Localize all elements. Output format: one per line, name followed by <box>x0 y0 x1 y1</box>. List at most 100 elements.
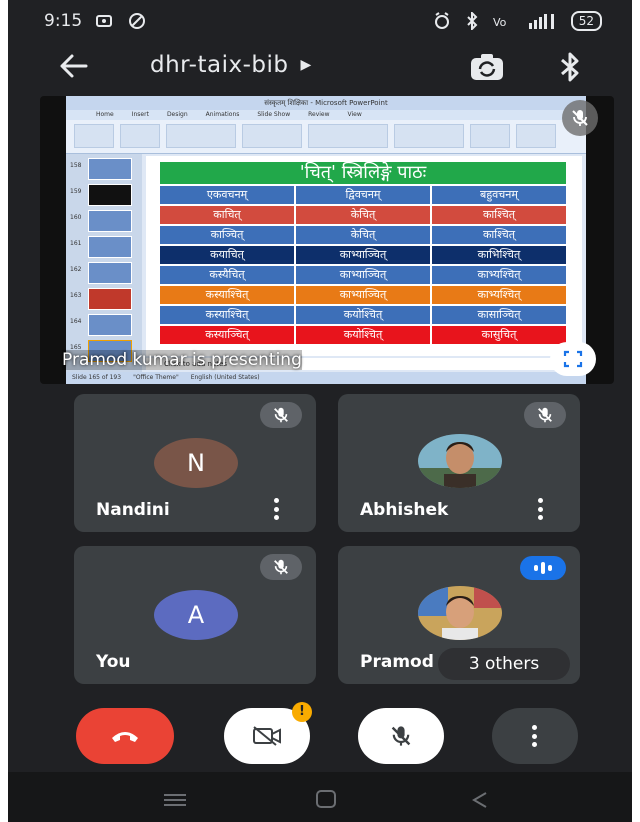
alarm-icon <box>434 12 449 29</box>
ppt-tab: Slide Show <box>257 111 291 118</box>
slide-cell: कयोश्चित् <box>296 326 430 344</box>
slide-cell: काश्चित् <box>432 226 566 244</box>
slide-cell: काभ्यश्चित् <box>432 266 566 284</box>
slide-table: एकवचनम् द्विवचनम् बहुवचनम् काचित् केचित् काश्… <box>160 186 566 344</box>
slide-cell: काभ्याञ्चित् <box>296 286 430 304</box>
cast-icon <box>96 15 113 27</box>
phone-end-icon <box>112 732 138 742</box>
volte-icon: Vo <box>493 16 507 29</box>
mic-toggle-button[interactable] <box>358 708 444 764</box>
more-vertical-icon[interactable] <box>274 498 280 520</box>
mic-off-icon <box>274 559 288 575</box>
slide-cell: बहुवचनम् <box>432 186 566 204</box>
recents-icon[interactable] <box>164 794 186 806</box>
status-bar: 9:15 Vo 52 <box>8 0 632 42</box>
more-vertical-icon <box>532 725 538 747</box>
end-call-button[interactable] <box>76 708 174 764</box>
mic-off-icon <box>538 407 552 423</box>
caret-right-icon: ▶ <box>300 57 312 73</box>
mic-off-icon <box>572 110 588 126</box>
muted-indicator <box>260 554 302 580</box>
participant-tile-nandini[interactable]: N Nandini <box>74 394 316 532</box>
participant-name: Abhishek <box>360 500 449 520</box>
fullscreen-icon <box>563 350 583 368</box>
camera-toggle-button[interactable]: ! <box>224 702 312 764</box>
mic-off-icon <box>391 726 411 746</box>
ppt-tab: Design <box>166 111 188 118</box>
muted-indicator <box>260 402 302 428</box>
arrow-left-icon[interactable] <box>56 50 92 82</box>
slide-cell: कस्याञ्चित् <box>160 326 294 344</box>
participant-name: You <box>96 652 131 672</box>
slide-cell: केचित् <box>296 206 430 224</box>
slide-cell: कयाचित् <box>160 246 294 264</box>
ppt-tab: Animations <box>205 111 240 118</box>
fullscreen-button[interactable] <box>550 342 596 376</box>
speaking-indicator <box>520 556 566 580</box>
svg-text:Vo: Vo <box>493 16 507 29</box>
meeting-code: dhr-taix-bib <box>150 52 289 78</box>
mic-off-icon <box>274 407 288 423</box>
more-options-button[interactable] <box>492 708 578 764</box>
ppt-tab: Insert <box>131 111 149 118</box>
right-frame <box>632 0 640 822</box>
ppt-tab: View <box>347 111 362 118</box>
signal-icon <box>528 14 554 29</box>
slide-cell: काभ्याञ्चित् <box>296 246 430 264</box>
meeting-title[interactable]: dhr-taix-bib ▶ <box>150 52 312 78</box>
presenter-caption: Pramod kumar is presenting <box>62 350 302 370</box>
slide-cell: काञ्चित् <box>160 226 294 244</box>
back-nav-icon[interactable] <box>470 790 490 810</box>
ppt-statusbar: Slide 165 of 193 "Office Theme" English … <box>66 372 586 384</box>
slide-cell: केचित् <box>296 226 430 244</box>
avatar-photo <box>418 434 502 488</box>
slide-cell: कस्याश्चित् <box>160 306 294 324</box>
hotspot-icon <box>129 13 146 29</box>
bluetooth-icon[interactable] <box>558 50 582 84</box>
presentation-view[interactable]: संस्कृतम् शिक्षिका - Microsoft PowerPoin… <box>40 96 614 384</box>
camera-warning-badge: ! <box>292 702 312 722</box>
slide-cell: काश्चित् <box>432 206 566 224</box>
ppt-ribbon-tabs: Home Insert Design Animations Slide Show… <box>66 110 586 120</box>
slide-cell: काभ्यश्चित् <box>432 286 566 304</box>
battery-indicator: 52 <box>570 11 602 31</box>
slide-cell: कासाञ्चित् <box>432 306 566 324</box>
slide-cell: कस्यैचित् <box>160 266 294 284</box>
avatar: A <box>154 590 238 640</box>
slide-cell: काभ्याञ्चित् <box>296 266 430 284</box>
ppt-tab: Home <box>96 111 114 118</box>
slide-thumbnails: 158 159 160 161 162 163 164 165 <box>66 154 142 372</box>
participant-tile-pramod[interactable]: Pramod 3 others <box>338 546 580 684</box>
slide-cell: काभिश्चित् <box>432 246 566 264</box>
others-chip[interactable]: 3 others <box>438 648 570 680</box>
avatar-photo <box>418 586 502 640</box>
ppt-ribbon <box>66 120 586 154</box>
participant-name: Nandini <box>96 500 170 520</box>
slide-cell: कासुचित् <box>432 326 566 344</box>
participant-tile-you[interactable]: A You <box>74 546 316 684</box>
system-nav-bar <box>8 772 632 822</box>
participant-tile-abhishek[interactable]: Abhishek <box>338 394 580 532</box>
clock: 9:15 <box>44 11 83 31</box>
current-slide: 'चित्' स्त्रिलिङ्गे पाठः एकवचनम् द्विवचनम… <box>146 156 582 356</box>
ppt-window-title: संस्कृतम् शिक्षिका - Microsoft PowerPoin… <box>66 96 586 110</box>
slide-title: 'चित्' स्त्रिलिङ्गे पाठः <box>160 162 566 184</box>
slide-cell: कयोश्चित् <box>296 306 430 324</box>
left-frame <box>0 0 8 822</box>
avatar: N <box>154 438 238 488</box>
more-vertical-icon[interactable] <box>538 498 544 520</box>
shared-screen: संस्कृतम् शिक्षिका - Microsoft PowerPoin… <box>66 96 586 384</box>
meet-screen: 9:15 Vo 52 dhr-taix-bib ▶ संस्कृतम् शिक्… <box>8 0 632 822</box>
slide-cell: काचित् <box>160 206 294 224</box>
camera-off-icon <box>253 726 281 746</box>
muted-indicator <box>524 402 566 428</box>
slide-cell: एकवचनम् <box>160 186 294 204</box>
participant-name: Pramod <box>360 652 434 672</box>
slide-cell: कस्याश्चित् <box>160 286 294 304</box>
home-icon[interactable] <box>316 790 336 808</box>
presenter-muted-indicator <box>562 100 598 136</box>
meeting-header: dhr-taix-bib ▶ <box>8 42 632 92</box>
bluetooth-status-icon <box>467 12 478 30</box>
camera-switch-icon[interactable] <box>468 50 506 84</box>
slide-cell: द्विवचनम् <box>296 186 430 204</box>
